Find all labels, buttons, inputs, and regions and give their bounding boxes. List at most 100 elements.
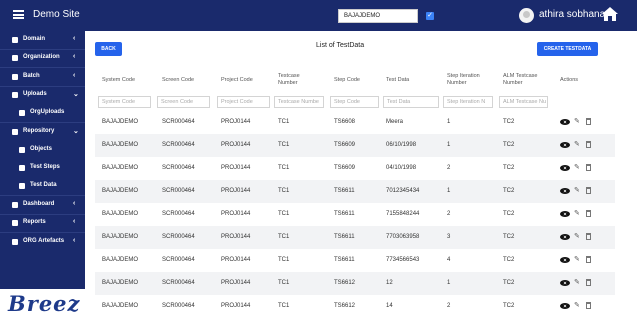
sidebar-item-organization[interactable]: Organization ‹ (0, 49, 85, 67)
project-checkbox[interactable]: ✓ (426, 12, 434, 20)
user-name[interactable]: athira sobhana (539, 9, 605, 20)
table-cell: TC2 (503, 188, 515, 194)
column-header-testcase-number[interactable]: Testcase Number (278, 73, 318, 87)
column-header-step-iteration[interactable]: Step Iteration Number (447, 73, 495, 87)
sidebar-item-label: Organization (23, 54, 60, 60)
back-button[interactable]: BACK (95, 42, 122, 56)
filter-system-code-input[interactable]: System Code (98, 96, 151, 108)
table-cell: BAJAJDEMO (102, 142, 139, 148)
edit-pencil-icon[interactable]: ✎ (574, 232, 580, 240)
table-row: BAJAJDEMO SCR000464 PROJ0144 TC1 TS6611 77345… (95, 249, 615, 272)
delete-trash-icon[interactable] (586, 187, 591, 194)
sidebar-item-dashboard[interactable]: Dashboard ‹ (0, 196, 85, 214)
delete-trash-icon[interactable] (586, 279, 591, 286)
table-cell: PROJ0144 (221, 165, 251, 171)
table-cell: TC2 (503, 234, 515, 240)
edit-pencil-icon[interactable]: ✎ (574, 301, 580, 309)
table-cell: TC1 (278, 165, 290, 171)
table-cell: TS6612 (334, 303, 356, 309)
filter-step-iteration-input[interactable]: Step Iteration N (443, 96, 493, 108)
sidebar-item-test-steps[interactable]: Test Steps (0, 159, 85, 177)
sidebar-item-org-artefacts[interactable]: ORG Artefacts ‹ (0, 233, 85, 251)
delete-trash-icon[interactable] (586, 210, 591, 217)
column-header-system-code[interactable]: System Code (102, 77, 135, 84)
edit-pencil-icon[interactable]: ✎ (574, 209, 580, 217)
project-select[interactable]: BAJAJDEMO (338, 9, 418, 23)
table-cell: BAJAJDEMO (102, 257, 139, 263)
edit-pencil-icon[interactable]: ✎ (574, 140, 580, 148)
view-eye-icon[interactable] (560, 234, 570, 240)
sidebar-item-label: Batch (23, 73, 40, 79)
sidebar-item-objects[interactable]: Objects (0, 141, 85, 159)
hamburger-menu-icon[interactable] (13, 10, 24, 19)
chevron-left-icon: ‹ (73, 200, 76, 207)
table-cell: 2 (447, 211, 451, 217)
column-header-screen-code[interactable]: Screen Code (162, 77, 194, 84)
table-cell: TS6611 (334, 188, 355, 194)
sidebar-item-uploads[interactable]: Uploads ⌄ (0, 86, 85, 104)
column-header-project-code[interactable]: Project Code (221, 77, 253, 84)
domain-icon (12, 37, 18, 43)
sidebar-item-label: Uploads (23, 91, 47, 97)
view-eye-icon[interactable] (560, 211, 570, 217)
table-cell: PROJ0144 (221, 303, 251, 309)
upload-icon (19, 110, 25, 116)
upload-icon (12, 92, 18, 98)
column-header-alm-testcase[interactable]: ALM Testcase Number (503, 73, 548, 87)
create-testdata-button[interactable]: CREATE TESTDATA (537, 42, 598, 56)
view-eye-icon[interactable] (560, 188, 570, 194)
table-cell: 7734566543 (386, 257, 420, 263)
sidebar-item-test-data[interactable]: Test Data (0, 177, 85, 195)
sidebar-item-domain[interactable]: Domain ‹ (0, 31, 85, 49)
view-eye-icon[interactable] (560, 303, 570, 309)
chevron-down-icon: ⌄ (73, 91, 79, 98)
table-cell: SCR000464 (162, 119, 195, 125)
view-eye-icon[interactable] (560, 280, 570, 286)
folder-icon (12, 74, 18, 80)
view-eye-icon[interactable] (560, 257, 570, 263)
edit-pencil-icon[interactable]: ✎ (574, 255, 580, 263)
delete-trash-icon[interactable] (586, 302, 591, 309)
sidebar-item-label: Reports (23, 219, 46, 225)
edit-pencil-icon[interactable]: ✎ (574, 278, 580, 286)
column-header-step-code[interactable]: Step Code (334, 77, 360, 84)
table-cell: SCR000464 (162, 211, 195, 217)
delete-trash-icon[interactable] (586, 256, 591, 263)
table-cell: Meera (386, 119, 404, 125)
delete-trash-icon[interactable] (586, 164, 591, 171)
filter-project-code-input[interactable]: Project Code (217, 96, 270, 108)
top-bar: Demo Site BAJAJDEMO ✓ athira sobhana (0, 0, 637, 31)
table-cell: 1 (447, 142, 451, 148)
table-cell: 1 (447, 280, 451, 286)
page-title: List of TestData (316, 42, 365, 49)
view-eye-icon[interactable] (560, 119, 570, 125)
filter-alm-testcase-input[interactable]: ALM Testcase Nu (499, 96, 548, 108)
sidebar-item-reports[interactable]: Reports ‹ (0, 214, 85, 232)
table-row: BAJAJDEMO SCR000464 PROJ0144 TC1 TS6608 Meera… (95, 111, 615, 134)
view-eye-icon[interactable] (560, 165, 570, 171)
repository-icon (12, 129, 18, 135)
sidebar-item-repository[interactable]: Repository ⌄ (0, 123, 85, 141)
filter-screen-code-input[interactable]: Screen Code (157, 96, 210, 108)
filter-testcase-number-input[interactable]: Testcase Numbe (274, 96, 324, 108)
column-header-test-data[interactable]: Test Data (386, 77, 409, 84)
sidebar-item-orguploads[interactable]: OrgUploads (0, 104, 85, 122)
home-icon[interactable] (601, 6, 619, 22)
delete-trash-icon[interactable] (586, 141, 591, 148)
column-header-actions: Actions (560, 77, 579, 83)
sidebar-item-label: Dashboard (23, 201, 55, 207)
sidebar-item-label: OrgUploads (30, 109, 65, 115)
filter-step-code-input[interactable]: Step Code (330, 96, 379, 108)
table-row: BAJAJDEMO SCR000464 PROJ0144 TC1 TS6609 04/10… (95, 157, 615, 180)
table-row: BAJAJDEMO SCR000464 PROJ0144 TC1 TS6612 14 2 TC… (95, 295, 615, 318)
delete-trash-icon[interactable] (586, 233, 591, 240)
delete-trash-icon[interactable] (586, 118, 591, 125)
filter-test-data-input[interactable]: Test Data (383, 96, 439, 108)
avatar[interactable] (519, 8, 534, 23)
edit-pencil-icon[interactable]: ✎ (574, 186, 580, 194)
sidebar-item-batch[interactable]: Batch ‹ (0, 68, 85, 86)
site-title: Demo Site (33, 9, 80, 20)
view-eye-icon[interactable] (560, 142, 570, 148)
edit-pencil-icon[interactable]: ✎ (574, 117, 580, 125)
edit-pencil-icon[interactable]: ✎ (574, 163, 580, 171)
